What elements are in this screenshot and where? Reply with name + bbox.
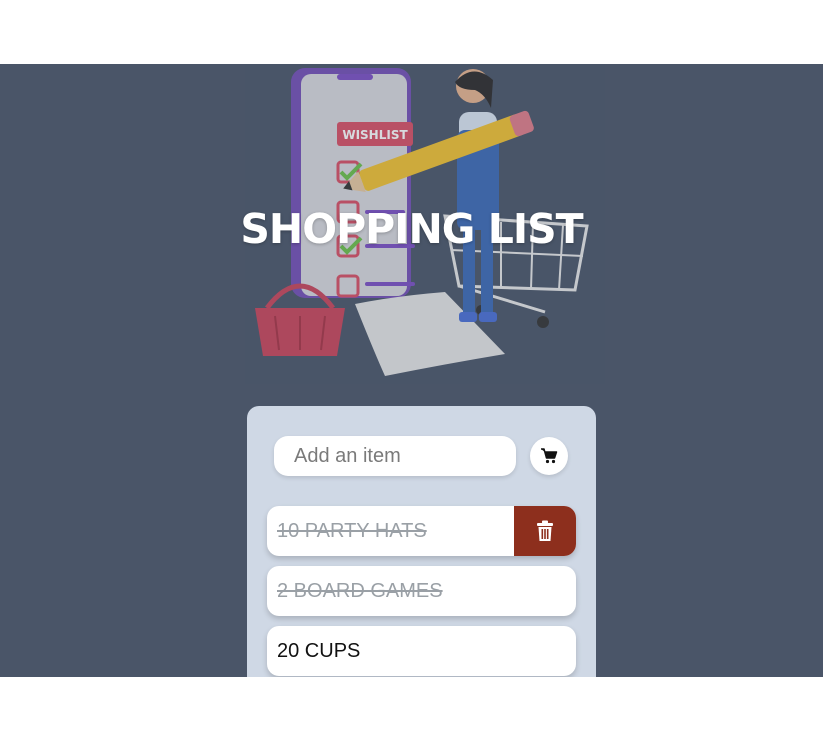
item-label: 20 CUPS [277,640,361,662]
list-item[interactable]: 20 CUPS [267,626,576,676]
list-item[interactable]: 2 BOARD GAMES [267,566,576,616]
list-item[interactable]: 10 PARTY HATS [267,506,576,556]
page-title: SHOPPING LIST [240,205,583,254]
add-item-input[interactable] [274,436,516,476]
shopping-card: 10 PARTY HATS 2 BOARD GAMES 20 CUPS [247,406,596,677]
cart-icon [541,448,558,464]
item-label: 10 PARTY HATS [277,520,427,542]
item-label: 2 BOARD GAMES [277,580,443,602]
trash-icon [537,520,553,541]
delete-button[interactable] [514,506,576,556]
app-container: WISHLIST SHOPPING LIST Add an item 10 PA… [0,64,823,677]
add-item-button[interactable] [530,437,568,475]
